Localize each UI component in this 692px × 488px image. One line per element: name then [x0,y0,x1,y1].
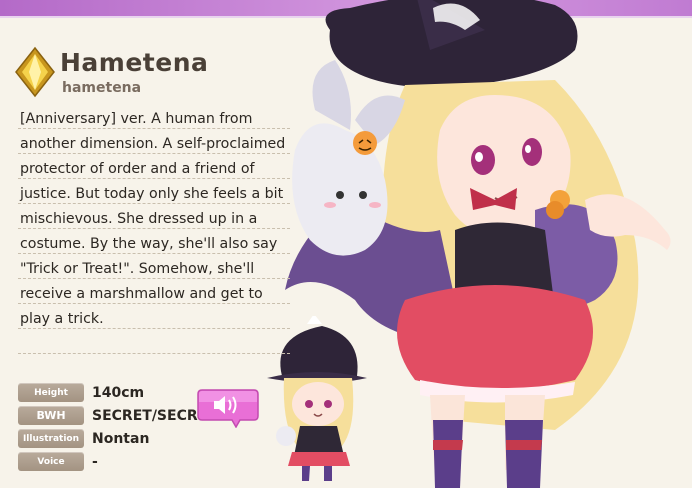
stat-value-illustration: Nontan [92,430,150,447]
voice-play-button[interactable] [196,388,260,428]
stat-label-voice: Voice [18,452,84,471]
character-description: [Anniversary] ver. A human from another … [20,111,286,327]
stat-row-height: Height 140cm [18,382,144,403]
stat-value-voice: - [92,453,98,470]
character-name-reading: hametena [62,80,142,96]
stat-row-bwh: BWH SECRET/SECR [18,405,198,426]
stat-row-voice: Voice - [18,451,98,472]
stat-label-bwh: BWH [18,406,84,425]
stat-value-height: 140cm [92,384,145,401]
stat-value-bwh: SECRET/SECR [92,407,198,424]
gold-diamond-gem-icon [15,46,55,98]
stat-row-illustration: Illustration Nontan [18,428,149,449]
stat-label-illustration: Illustration [18,429,84,448]
character-name: Hametena [60,48,209,77]
stat-label-height: Height [18,383,84,402]
